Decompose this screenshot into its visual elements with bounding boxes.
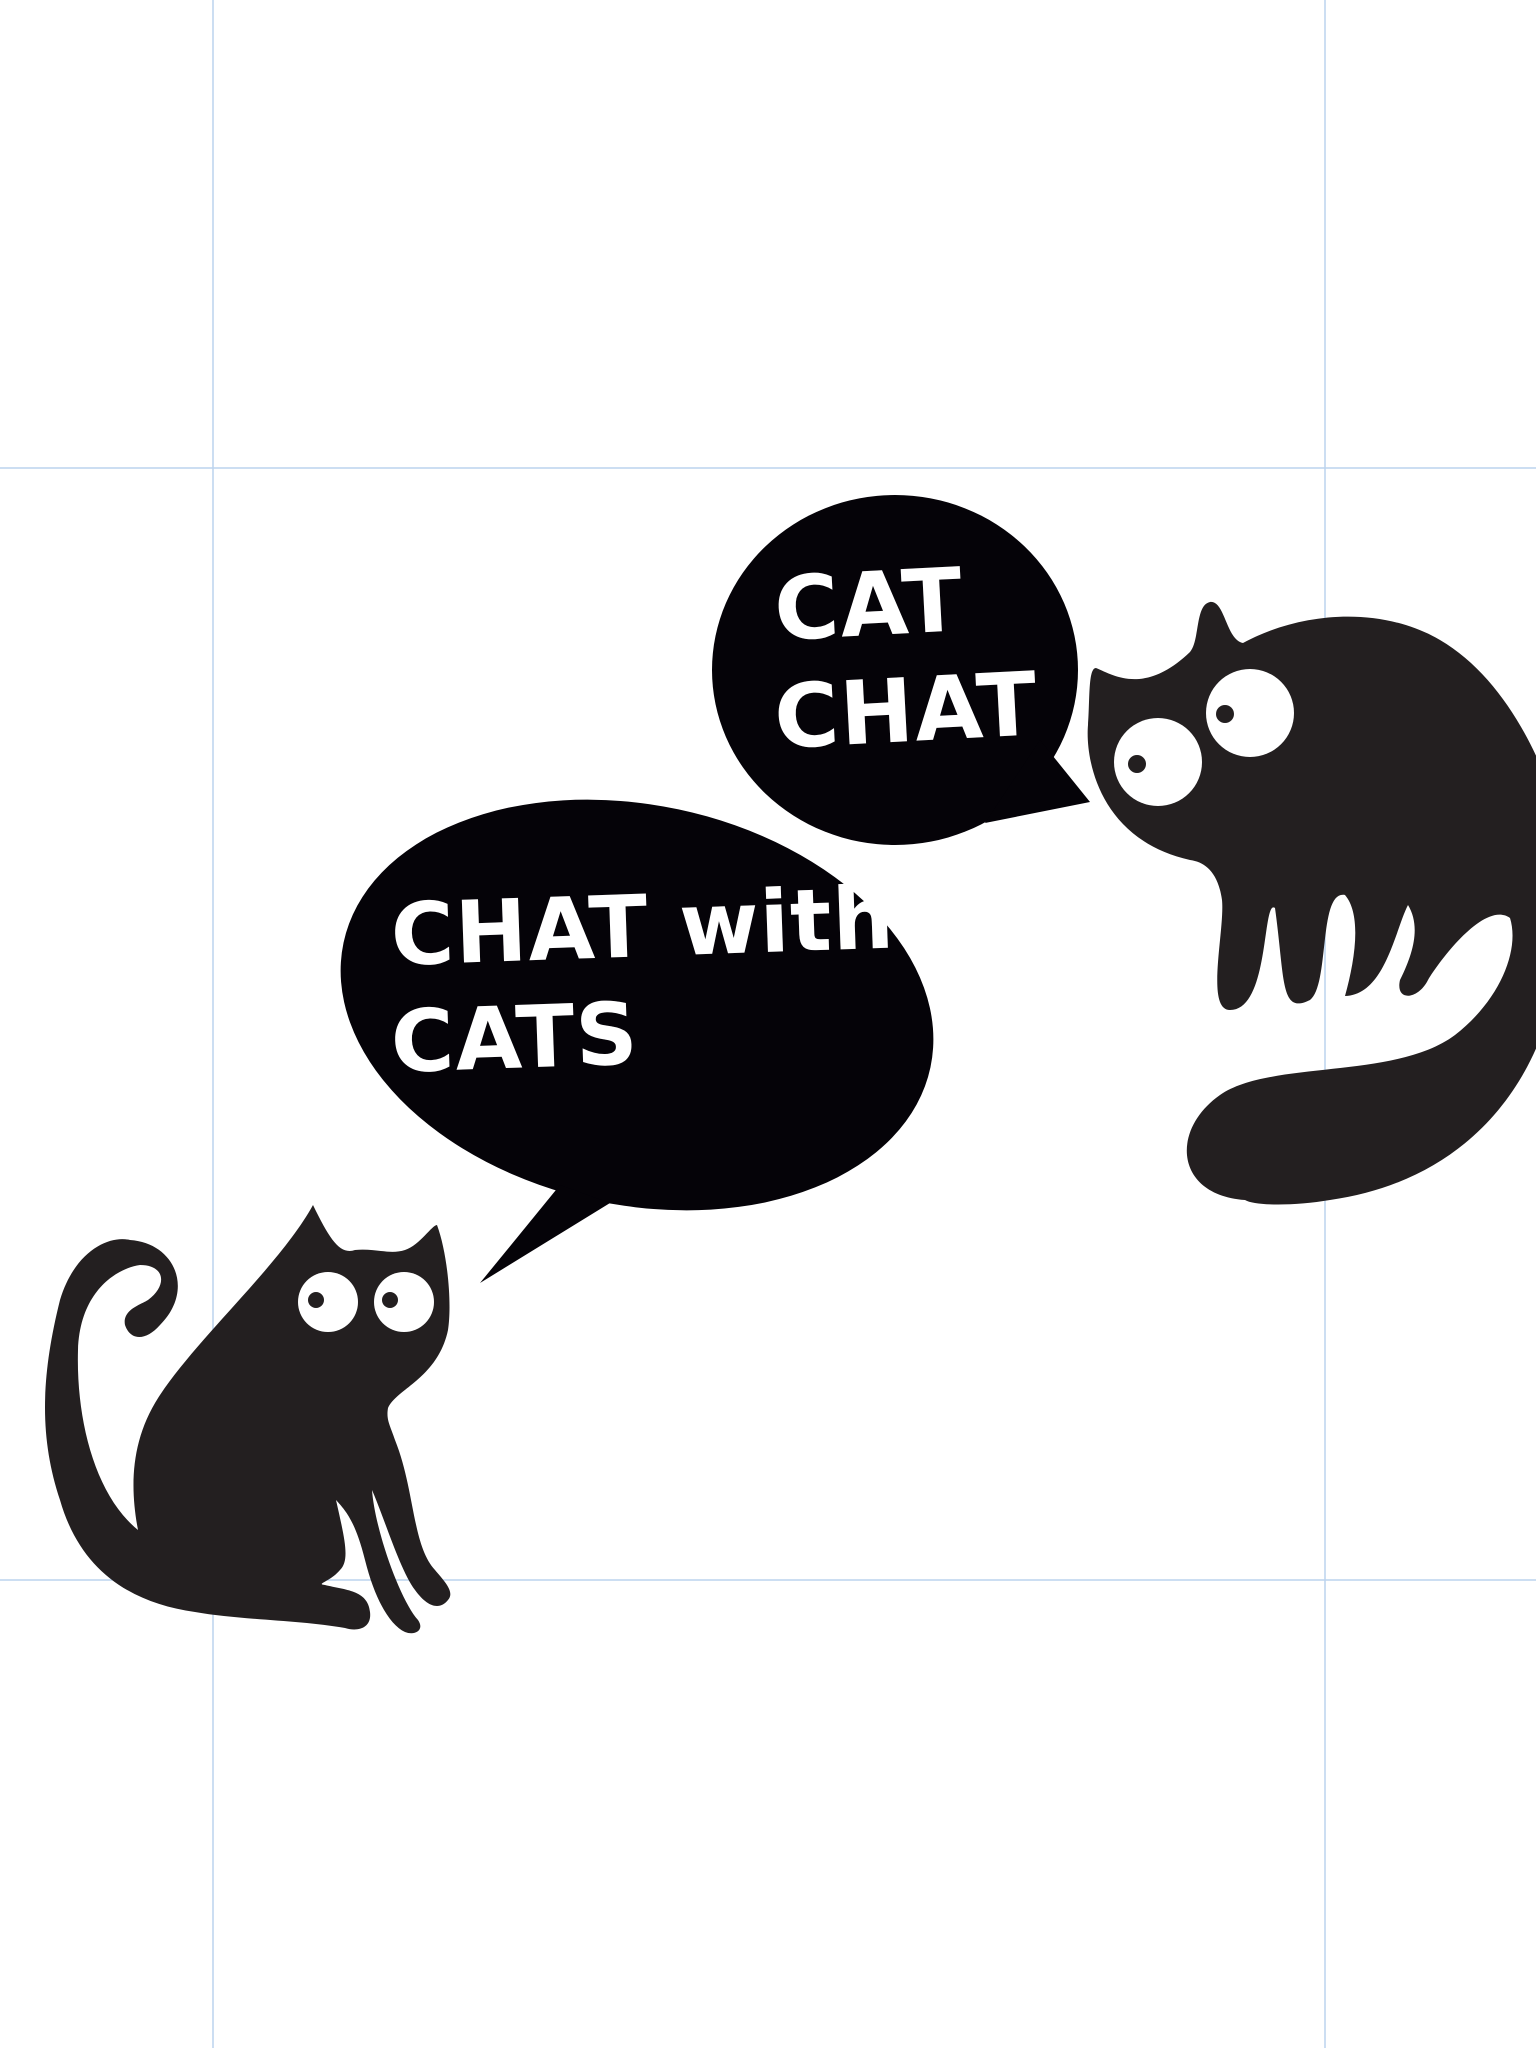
cat-right-pupil-left [1128,755,1146,773]
cat-left-pupil-left [308,1292,324,1308]
bubble-top-line1: CAT [772,548,966,661]
cat-left-eye-left [298,1272,358,1332]
cat-right-eye-left [1114,718,1202,806]
cat-left-pupil-right [382,1292,398,1308]
illustration-canvas: CAT CHAT CHAT with CATS [0,0,1536,2048]
bubble-left-line2: CATS [389,984,640,1093]
bubble-top-line2: CHAT [772,652,1041,769]
cat-right-pupil-right [1216,705,1234,723]
bubble-left-line1: CHAT with [389,868,896,986]
